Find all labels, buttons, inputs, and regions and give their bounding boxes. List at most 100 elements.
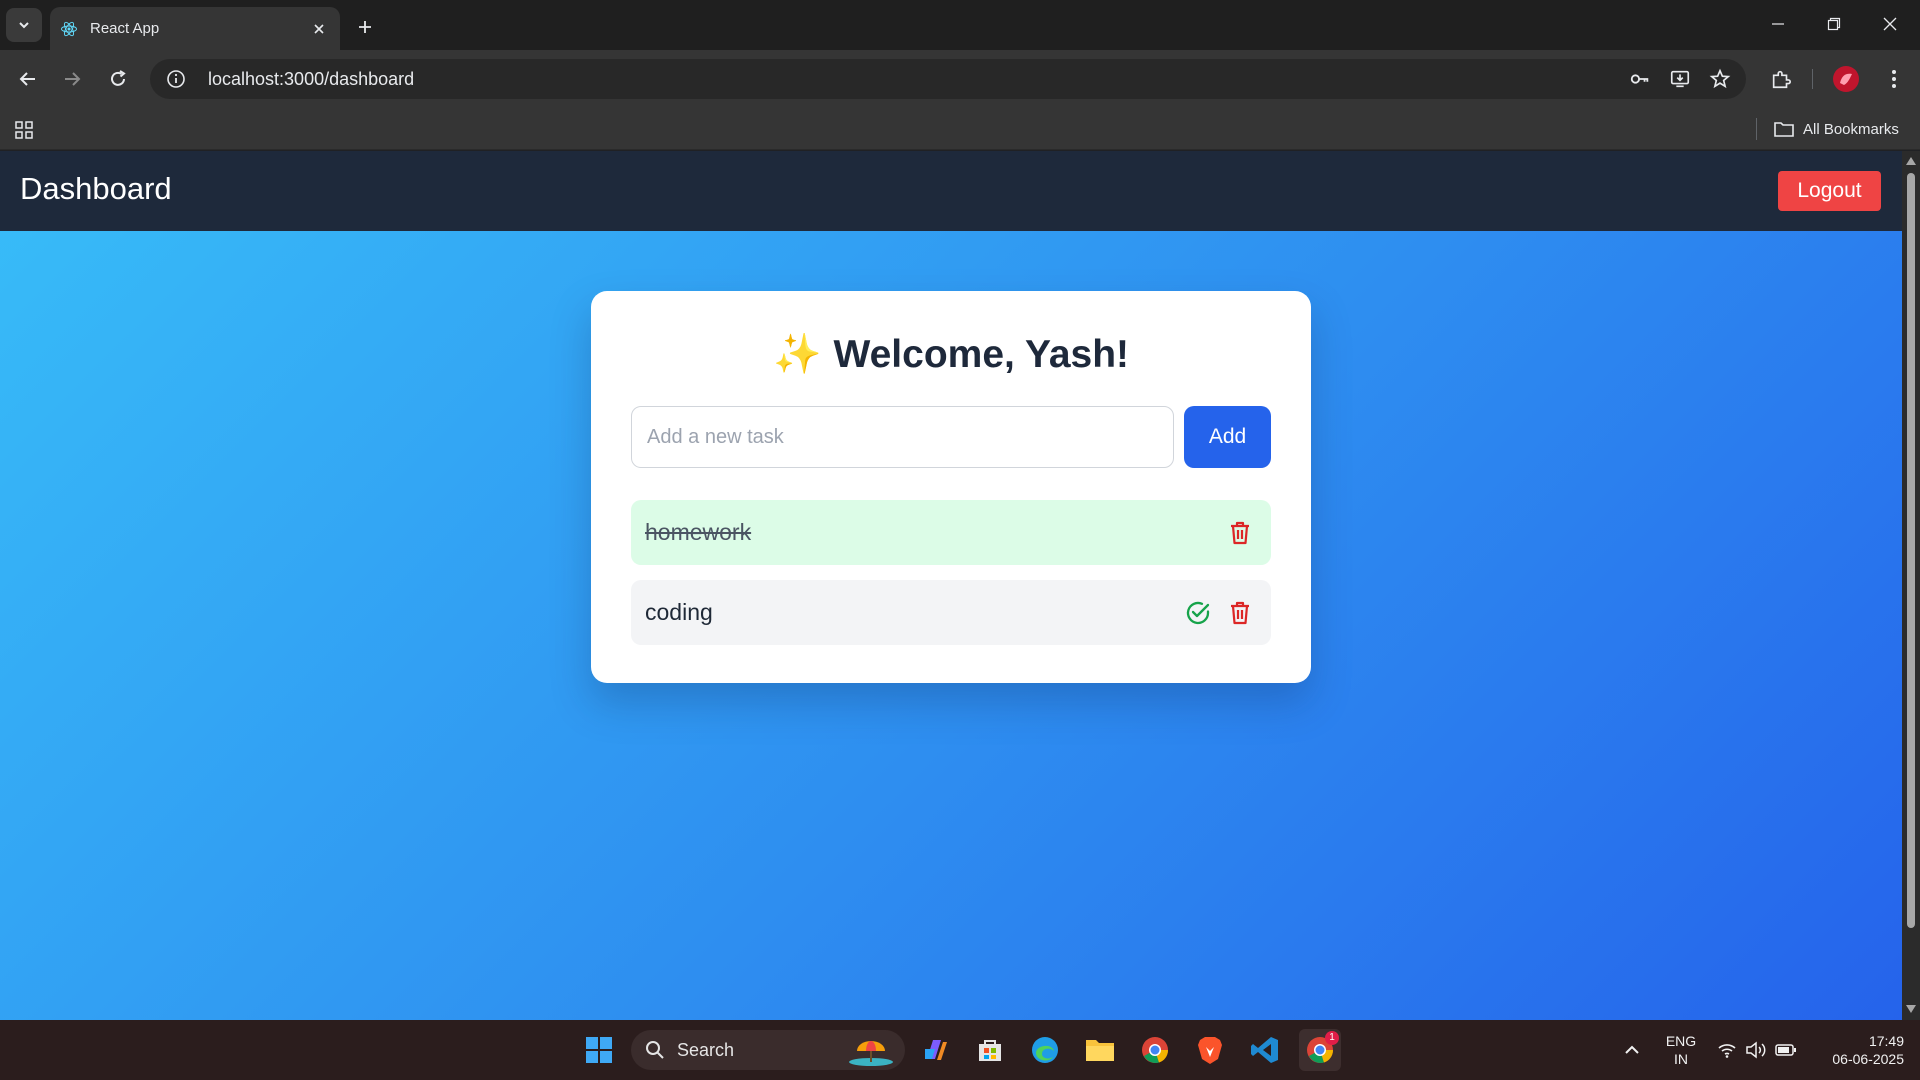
- region-text: IN: [1674, 1051, 1688, 1067]
- chrome-icon: [1142, 1037, 1169, 1063]
- triangle-down-icon: [1906, 1005, 1916, 1013]
- chevron-up-icon: [1625, 1045, 1639, 1054]
- welcome-text: Welcome, Yash!: [833, 333, 1130, 376]
- language-text: ENG: [1665, 1033, 1697, 1049]
- check-circle-icon: [1186, 601, 1210, 624]
- url-text[interactable]: localhost:3000/dashboard: [208, 69, 1620, 90]
- show-hidden-icons-button[interactable]: [1621, 1040, 1643, 1060]
- minimize-icon: [1772, 23, 1784, 25]
- taskbar-chrome-active[interactable]: 1: [1299, 1029, 1341, 1071]
- tab-close-button[interactable]: [308, 18, 330, 40]
- notification-badge: 1: [1325, 1031, 1339, 1045]
- password-manager-button[interactable]: [1620, 59, 1660, 99]
- delete-task-button[interactable]: [1223, 516, 1257, 550]
- task-card: ✨ Welcome, Yash! Add homework coding: [591, 291, 1311, 683]
- scroll-down-arrow[interactable]: [1905, 1003, 1917, 1015]
- info-icon: [167, 70, 185, 88]
- bookmark-star-button[interactable]: [1700, 59, 1740, 99]
- windows-logo-icon: [586, 1037, 612, 1063]
- wifi-icon: [1718, 1044, 1736, 1058]
- page-scrollbar[interactable]: [1902, 151, 1920, 1020]
- apps-button[interactable]: [10, 116, 38, 144]
- clock-time: 17:49: [1868, 1033, 1904, 1049]
- bookmarks-bar: All Bookmarks: [0, 108, 1920, 150]
- page-title: Dashboard: [20, 171, 172, 206]
- restore-icon: [1827, 17, 1841, 31]
- clock-date: 06-06-2025: [1832, 1051, 1904, 1067]
- folder-icon: [1774, 122, 1794, 137]
- store-icon: [979, 1040, 1001, 1061]
- new-tab-button[interactable]: [350, 12, 380, 42]
- language-indicator[interactable]: ENG IN: [1660, 1032, 1702, 1068]
- taskbar-search[interactable]: Search: [631, 1030, 905, 1070]
- task-text: homework: [645, 519, 752, 545]
- kebab-menu-icon: [1892, 70, 1896, 88]
- browser-menu-button[interactable]: [1876, 61, 1912, 97]
- clock[interactable]: 17:49 06-06-2025: [1812, 1032, 1904, 1068]
- taskbar-copilot[interactable]: [915, 1029, 957, 1071]
- minimize-button[interactable]: [1750, 0, 1806, 48]
- taskbar-vscode[interactable]: [1244, 1029, 1286, 1071]
- close-icon: [1883, 17, 1897, 31]
- star-icon: [1709, 68, 1731, 89]
- chevron-down-icon: [19, 22, 29, 29]
- all-bookmarks-label: All Bookmarks: [1803, 120, 1899, 138]
- grid-icon: [15, 121, 33, 139]
- tab-search-button[interactable]: [6, 8, 42, 42]
- task-item: homework: [631, 500, 1271, 565]
- app-header: Dashboard Logout: [0, 151, 1902, 231]
- arrow-right-icon: [65, 72, 81, 86]
- close-icon: [314, 23, 324, 34]
- windows-taskbar: Search 1 ENG IN 17:49 06-06-2025: [0, 1020, 1920, 1080]
- taskbar-edge[interactable]: [1024, 1029, 1066, 1071]
- complete-task-button[interactable]: [1181, 596, 1215, 630]
- restore-button[interactable]: [1806, 0, 1862, 48]
- sparkles-icon: ✨: [772, 333, 822, 376]
- tab-title: React App: [90, 20, 160, 37]
- key-icon: [1630, 74, 1649, 84]
- profile-button[interactable]: [1828, 61, 1864, 97]
- address-bar[interactable]: localhost:3000/dashboard: [150, 59, 1746, 99]
- browser-tab-strip: React App: [0, 0, 1920, 50]
- taskbar-search-label: Search: [677, 1039, 735, 1060]
- trash-icon: [1231, 521, 1249, 544]
- forward-button[interactable]: [54, 61, 90, 97]
- edge-icon: [1032, 1037, 1058, 1063]
- install-app-button[interactable]: [1660, 59, 1700, 99]
- trash-icon: [1231, 601, 1249, 624]
- site-info-button[interactable]: [156, 59, 196, 99]
- add-task-button[interactable]: Add: [1184, 406, 1271, 468]
- close-window-button[interactable]: [1862, 0, 1918, 48]
- logout-button[interactable]: Logout: [1778, 171, 1881, 211]
- bookmarks-divider: [1756, 118, 1757, 140]
- welcome-heading: ✨ Welcome, Yash!: [591, 331, 1311, 377]
- delete-task-button[interactable]: [1223, 596, 1257, 630]
- install-icon: [1670, 70, 1690, 88]
- back-button[interactable]: [10, 61, 46, 97]
- taskbar-chrome[interactable]: [1134, 1029, 1176, 1071]
- scroll-up-arrow[interactable]: [1905, 155, 1917, 167]
- taskbar-file-explorer[interactable]: [1079, 1029, 1121, 1071]
- browser-tab[interactable]: React App: [50, 7, 340, 50]
- start-button[interactable]: [578, 1029, 620, 1071]
- battery-status[interactable]: [1775, 1040, 1797, 1060]
- taskbar-brave[interactable]: [1189, 1029, 1231, 1071]
- search-icon: [646, 1041, 664, 1059]
- reload-button[interactable]: [100, 61, 136, 97]
- speaker-icon: [1746, 1041, 1766, 1059]
- brave-icon: [1198, 1037, 1222, 1064]
- triangle-up-icon: [1906, 157, 1916, 165]
- scroll-thumb[interactable]: [1907, 173, 1915, 928]
- new-task-input[interactable]: [631, 406, 1174, 468]
- taskbar-microsoft-store[interactable]: [969, 1029, 1011, 1071]
- volume-status[interactable]: [1745, 1040, 1767, 1060]
- reload-icon: [111, 70, 126, 86]
- avatar: [1833, 66, 1859, 92]
- browser-toolbar: localhost:3000/dashboard: [0, 50, 1920, 108]
- vscode-icon: [1251, 1037, 1278, 1063]
- wifi-status[interactable]: [1716, 1040, 1738, 1060]
- all-bookmarks-button[interactable]: All Bookmarks: [1774, 116, 1899, 142]
- folder-icon: [1086, 1040, 1114, 1061]
- extensions-button[interactable]: [1763, 61, 1799, 97]
- puzzle-icon: [1772, 70, 1791, 89]
